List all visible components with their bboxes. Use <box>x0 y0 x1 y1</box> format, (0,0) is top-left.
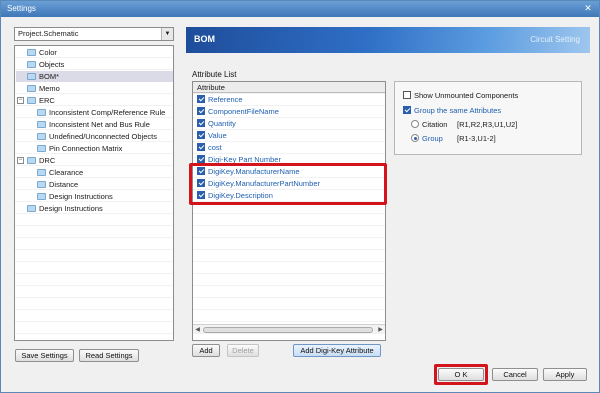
horizontal-scrollbar[interactable]: ◀ ▶ <box>193 324 385 334</box>
folder-icon <box>27 73 36 80</box>
scrollbar-thumb[interactable] <box>203 327 373 333</box>
group-example: [R1-3,U1-2] <box>457 134 496 143</box>
group-same-option[interactable]: Group the same Attributes <box>403 106 501 116</box>
attribute-list-label: Attribute List <box>192 70 237 79</box>
attribute-row-quantity[interactable]: Quantity <box>193 118 385 130</box>
project-dropdown-value: Project.Schematic <box>18 29 79 38</box>
tree-item-memo[interactable]: Memo <box>27 83 60 94</box>
folder-icon <box>37 109 46 116</box>
folder-icon <box>27 205 36 212</box>
attribute-list[interactable]: Attribute Reference ComponentFileName Qu… <box>192 81 386 341</box>
scroll-right-icon[interactable]: ▶ <box>376 325 385 335</box>
tree-item-drc[interactable]: DRC <box>27 155 55 166</box>
add-button[interactable]: Add <box>192 344 220 357</box>
folder-icon <box>37 193 46 200</box>
folder-icon <box>37 133 46 140</box>
tree-item-pin-matrix[interactable]: Pin Connection Matrix <box>37 143 122 154</box>
tree-item-inconsistent-net[interactable]: Inconsistent Net and Bus Rule <box>37 119 150 130</box>
folder-icon <box>37 145 46 152</box>
scroll-left-icon[interactable]: ◀ <box>193 325 202 335</box>
tree-item-distance[interactable]: Distance <box>37 179 78 190</box>
window-title: Settings <box>7 4 36 13</box>
close-icon[interactable]: ✕ <box>581 2 595 15</box>
settings-window: Settings ✕ Project.Schematic ▼ Color Obj… <box>0 0 600 393</box>
project-dropdown[interactable]: Project.Schematic ▼ <box>14 27 174 41</box>
folder-icon <box>37 169 46 176</box>
group-radio[interactable]: Group <box>411 134 443 144</box>
collapse-icon[interactable]: − <box>17 157 24 164</box>
tree-item-objects[interactable]: Objects <box>27 59 64 70</box>
tree-item-bom[interactable]: BOM* <box>16 71 173 82</box>
section-title: BOM <box>194 34 215 44</box>
folder-icon <box>27 61 36 68</box>
folder-icon <box>27 157 36 164</box>
citation-example: [R1,R2,R3,U1,U2] <box>457 120 518 129</box>
tree-item-design-instructions[interactable]: Design Instructions <box>27 203 103 214</box>
folder-icon <box>37 181 46 188</box>
bom-options-panel: Show Unmounted Components Group the same… <box>394 81 582 155</box>
cancel-button[interactable]: Cancel <box>492 368 538 381</box>
tree-item-erc[interactable]: ERC <box>27 95 55 106</box>
attribute-row-value[interactable]: Value <box>193 130 385 142</box>
digikey-rows-highlight <box>189 163 387 205</box>
apply-button[interactable]: Apply <box>543 368 587 381</box>
tree-item-clearance[interactable]: Clearance <box>37 167 83 178</box>
checkbox-icon[interactable] <box>403 91 411 99</box>
checkbox-icon[interactable] <box>197 119 205 127</box>
radio-icon[interactable] <box>411 120 419 128</box>
read-settings-button[interactable]: Read Settings <box>79 349 139 362</box>
add-digikey-attribute-button[interactable]: Add Digi-Key Attribute <box>293 344 381 357</box>
delete-button[interactable]: Delete <box>227 344 259 357</box>
settings-tree[interactable]: Color Objects BOM* Memo − ERC Inconsiste… <box>14 45 174 341</box>
attribute-column-header[interactable]: Attribute <box>193 82 385 93</box>
save-settings-button[interactable]: Save Settings <box>15 349 74 362</box>
attribute-row-cost[interactable]: cost <box>193 142 385 154</box>
folder-icon <box>27 49 36 56</box>
checkbox-icon[interactable] <box>197 107 205 115</box>
attribute-row-componentfilename[interactable]: ComponentFileName <box>193 106 385 118</box>
checkbox-icon[interactable] <box>197 155 205 163</box>
radio-icon[interactable] <box>411 134 419 142</box>
section-header: BOM Circuit Setting <box>186 27 590 53</box>
title-bar: Settings ✕ <box>1 1 599 17</box>
tree-item-inconsistent-comp[interactable]: Inconsistent Comp/Reference Rule <box>37 107 165 118</box>
folder-icon <box>37 121 46 128</box>
tree-item-undefined-objects[interactable]: Undefined/Unconnected Objects <box>37 131 157 142</box>
checkbox-icon[interactable] <box>197 143 205 151</box>
collapse-icon[interactable]: − <box>17 97 24 104</box>
tree-item-color[interactable]: Color <box>27 47 57 58</box>
attribute-row-reference[interactable]: Reference <box>193 94 385 106</box>
checkbox-icon[interactable] <box>403 106 411 114</box>
show-unmounted-option[interactable]: Show Unmounted Components <box>403 91 518 101</box>
tree-item-drc-design-instructions[interactable]: Design Instructions <box>37 191 113 202</box>
checkbox-icon[interactable] <box>197 131 205 139</box>
folder-icon <box>27 97 36 104</box>
section-subtitle: Circuit Setting <box>530 35 580 44</box>
citation-radio[interactable]: Citation <box>411 120 447 130</box>
checkbox-icon[interactable] <box>197 95 205 103</box>
folder-icon <box>27 85 36 92</box>
ok-button-highlight <box>434 364 488 385</box>
chevron-down-icon[interactable]: ▼ <box>161 28 173 40</box>
